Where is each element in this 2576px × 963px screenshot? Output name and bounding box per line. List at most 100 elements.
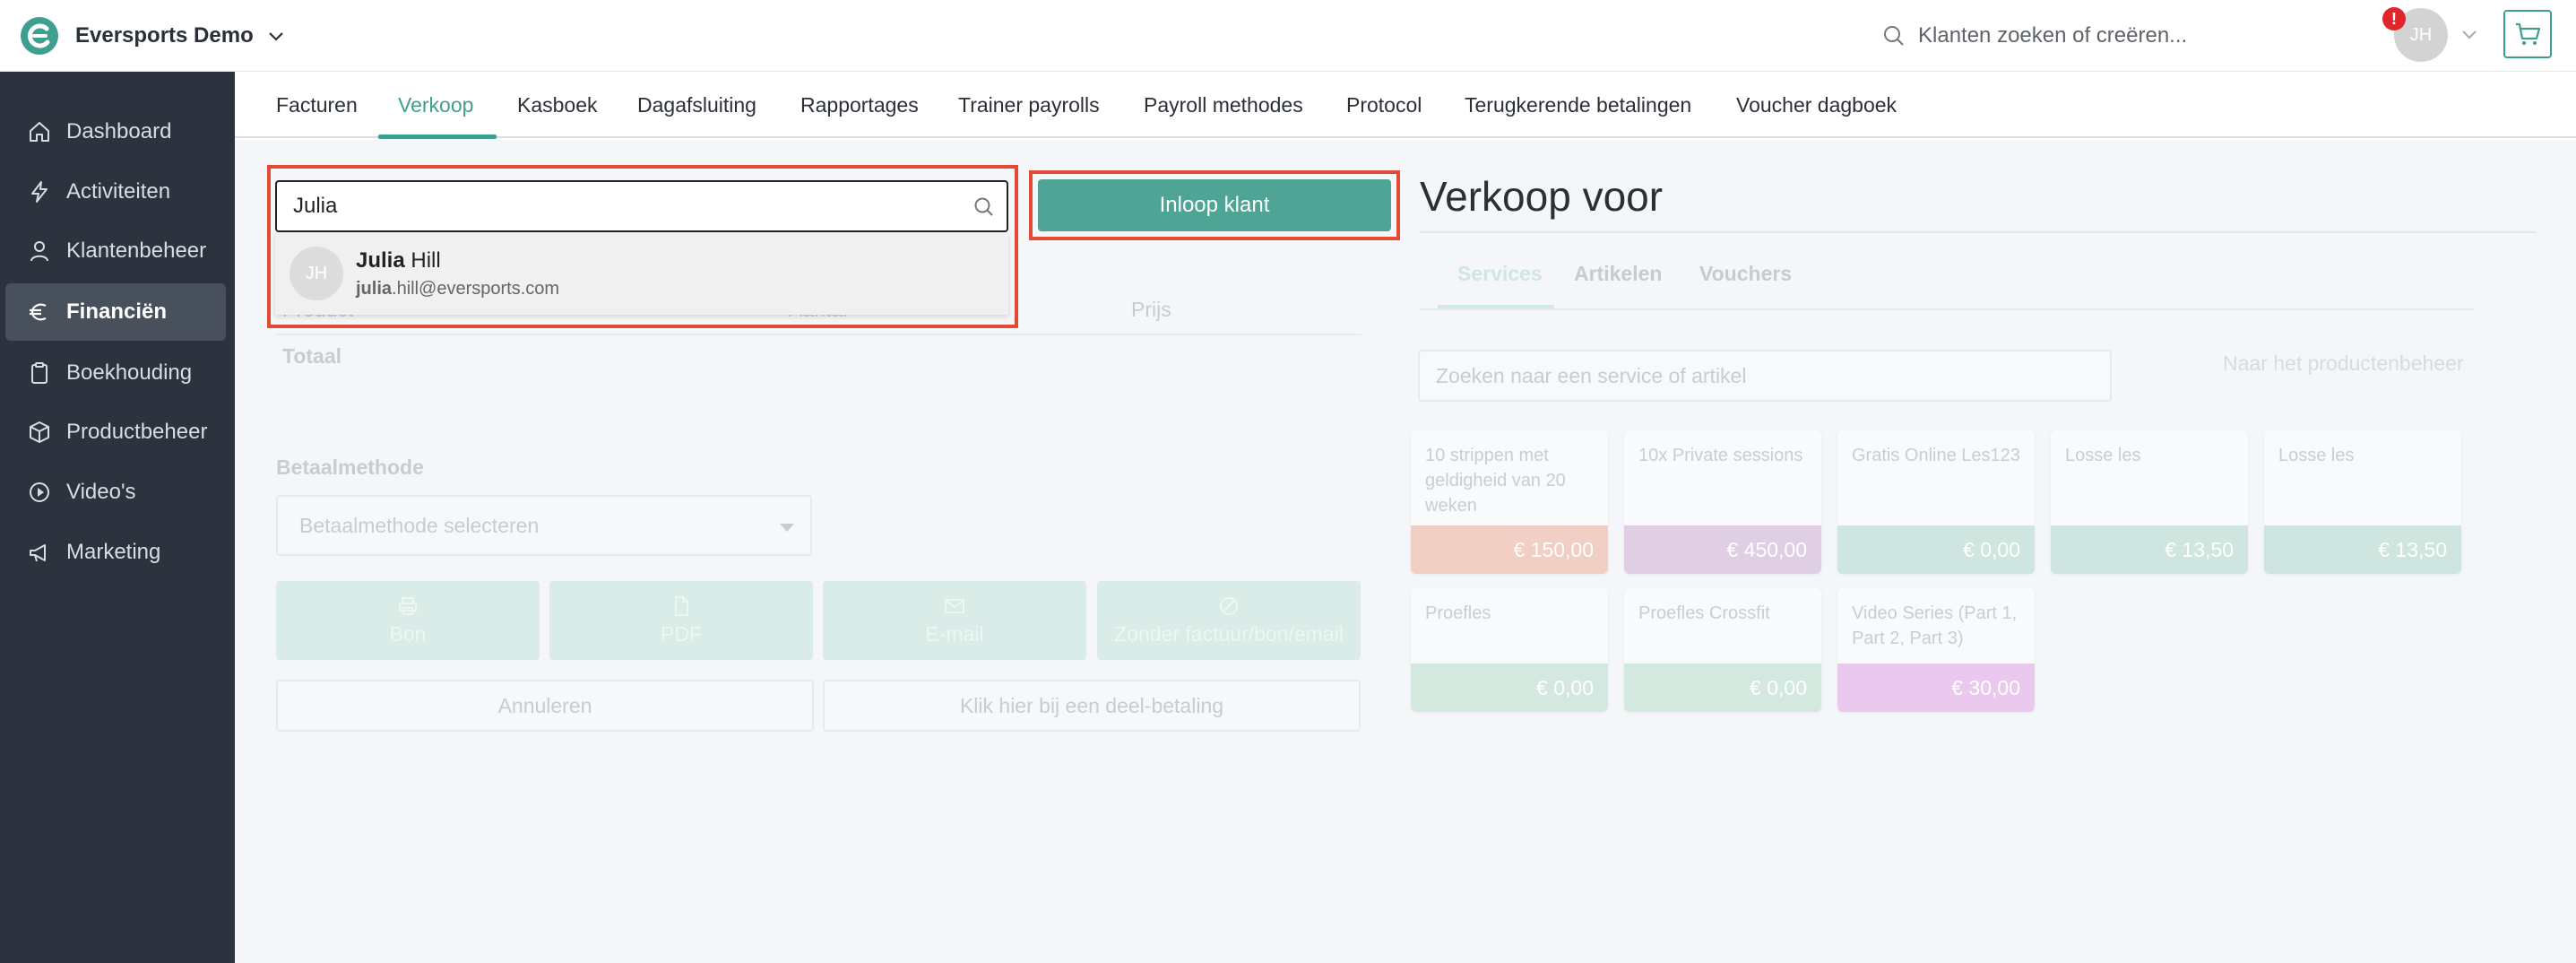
product-name: Video Series (Part 1, Part 2, Part 3)	[1852, 603, 2018, 648]
top-bar: Eversports Demo JH !	[0, 0, 2576, 72]
brand-switcher[interactable]: Eversports Demo	[20, 14, 286, 57]
sidebar-item-financien[interactable]: Financiën	[5, 283, 226, 341]
megaphone-icon	[30, 544, 46, 562]
sidebar-item-label: Dashboard	[66, 119, 172, 143]
customer-email-match: julia	[356, 279, 393, 299]
product-card[interactable]: Gratis Online Les123 € 0,00	[1837, 430, 2035, 574]
product-search-input[interactable]	[1418, 350, 2112, 402]
search-icon	[1884, 26, 1904, 46]
printer-icon	[399, 596, 417, 615]
chevron-down-icon	[268, 32, 283, 41]
sidebar-item-label: Financiën	[66, 299, 168, 324]
cart-icon	[2516, 22, 2541, 45]
user-icon	[30, 241, 48, 262]
sidebar-item-label: Productbeheer	[66, 420, 208, 444]
receipt-button-label: Bon	[389, 621, 427, 646]
tab-voucher-dagboek[interactable]: Voucher dagboek	[1736, 72, 1897, 138]
product-card[interactable]: Proefles € 0,00	[1411, 588, 1608, 712]
customer-name-match: Julia	[356, 248, 405, 273]
product-card[interactable]: Video Series (Part 1, Part 2, Part 3) € …	[1837, 588, 2035, 712]
tab-payroll-methodes[interactable]: Payroll methodes	[1144, 72, 1303, 138]
sidebar-item-label: Activiteiten	[66, 179, 171, 204]
tab-trainer-payrolls[interactable]: Trainer payrolls	[958, 72, 1100, 138]
caret-down-icon	[780, 524, 794, 532]
play-circle-icon	[30, 482, 49, 502]
sale-panel-title: Verkoop voor	[1420, 173, 1664, 220]
customer-search-input[interactable]	[293, 189, 956, 223]
product-name: Losse les	[2278, 446, 2355, 465]
search-icon	[974, 197, 993, 216]
eversports-logo-icon	[21, 17, 58, 55]
customer-email-rest: .hill@eversports.com	[392, 279, 560, 299]
sidebar: Dashboard Activiteiten Klantenbeheer Fin…	[0, 72, 235, 963]
product-price: € 0,00	[1837, 525, 2035, 574]
column-header-prijs: Prijs	[1131, 298, 1171, 321]
active-tab-indicator	[378, 134, 497, 139]
email-button-label: E-mail	[925, 621, 984, 646]
tab-protocol[interactable]: Protocol	[1346, 72, 1422, 138]
payment-method-placeholder: Betaalmethode selecteren	[299, 513, 540, 537]
tab-kasboek[interactable]: Kasboek	[517, 72, 598, 138]
box-icon	[30, 421, 49, 443]
sidebar-item-dashboard[interactable]: Dashboard	[5, 103, 226, 160]
title-divider	[1420, 231, 2537, 233]
sidebar-item-label: Marketing	[66, 540, 161, 564]
customer-email: julia.hill@eversports.com	[356, 279, 559, 299]
partial-payment-button[interactable]: Klik hier bij een deel-betaling	[823, 680, 1361, 732]
clipboard-icon	[31, 362, 48, 384]
customer-name: Julia Hill	[356, 248, 441, 273]
customer-search-results: JH Julia Hill julia.hill@eversports.com	[275, 232, 1008, 315]
product-card[interactable]: Losse les € 13,50	[2051, 430, 2248, 574]
customer-search-field	[275, 180, 1008, 232]
subtab-vouchers[interactable]: Vouchers	[1699, 262, 1792, 286]
sidebar-item-activiteiten[interactable]: Activiteiten	[5, 163, 226, 221]
pdf-button[interactable]: PDF	[549, 581, 813, 660]
tab-verkoop[interactable]: Verkoop	[398, 72, 473, 138]
sidebar-item-videos[interactable]: Video's	[5, 464, 226, 521]
product-card[interactable]: Proefles Crossfit € 0,00	[1624, 588, 1821, 712]
product-card[interactable]: Losse les € 13,50	[2264, 430, 2461, 574]
customer-name-rest: Hill	[404, 248, 441, 273]
subtab-artikelen[interactable]: Artikelen	[1574, 262, 1662, 286]
global-customer-search	[1882, 16, 2312, 56]
file-icon	[675, 595, 688, 616]
product-name: Losse les	[2065, 446, 2141, 465]
cancel-button[interactable]: Annuleren	[276, 680, 814, 732]
global-search-input[interactable]	[1918, 23, 2295, 48]
product-name: Proefles	[1425, 603, 1491, 623]
product-price: € 0,00	[1624, 664, 1821, 712]
mail-icon	[945, 598, 964, 613]
payment-method-select[interactable]: Betaalmethode selecteren	[276, 495, 812, 556]
payment-method-label: Betaalmethode	[276, 455, 424, 479]
product-card[interactable]: 10 strippen met geldigheid van 20 weken …	[1411, 430, 1608, 574]
tab-dagafsluiting[interactable]: Dagafsluiting	[637, 72, 756, 138]
email-button[interactable]: E-mail	[823, 581, 1086, 660]
product-price: € 150,00	[1411, 525, 1608, 574]
product-name: Gratis Online Les123	[1852, 446, 2020, 465]
product-price: € 0,00	[1411, 664, 1608, 712]
sidebar-item-klantenbeheer[interactable]: Klantenbeheer	[5, 222, 226, 280]
receipt-button[interactable]: Bon	[276, 581, 540, 660]
tab-facturen[interactable]: Facturen	[276, 72, 358, 138]
cart-button[interactable]	[2503, 10, 2552, 58]
tab-rapportages[interactable]: Rapportages	[800, 72, 919, 138]
product-name: 10x Private sessions	[1638, 446, 1803, 465]
no-invoice-button[interactable]: Zonder factuur/bon/email	[1097, 581, 1361, 660]
sidebar-item-productbeheer[interactable]: Productbeheer	[5, 403, 226, 461]
sidebar-item-boekhouding[interactable]: Boekhouding	[5, 344, 226, 402]
customer-avatar: JH	[290, 247, 343, 300]
tab-terugkerende-betalingen[interactable]: Terugkerende betalingen	[1465, 72, 1691, 138]
product-card[interactable]: 10x Private sessions € 450,00	[1624, 430, 1821, 574]
product-price: € 13,50	[2264, 525, 2461, 574]
product-price: € 13,50	[2051, 525, 2248, 574]
home-icon	[30, 122, 49, 142]
walk-in-customer-button[interactable]: Inloop klant	[1038, 179, 1391, 231]
sidebar-item-marketing[interactable]: Marketing	[5, 524, 226, 581]
notification-badge[interactable]: !	[2382, 7, 2406, 30]
user-menu-chevron-icon[interactable]	[2459, 23, 2480, 45]
product-price: € 30,00	[1837, 664, 2035, 712]
product-management-link[interactable]: Naar het productenbeheer	[2223, 351, 2464, 376]
active-subtab-indicator	[1438, 305, 1554, 308]
sidebar-item-label: Klantenbeheer	[66, 239, 207, 263]
subtab-services[interactable]: Services	[1457, 262, 1543, 286]
